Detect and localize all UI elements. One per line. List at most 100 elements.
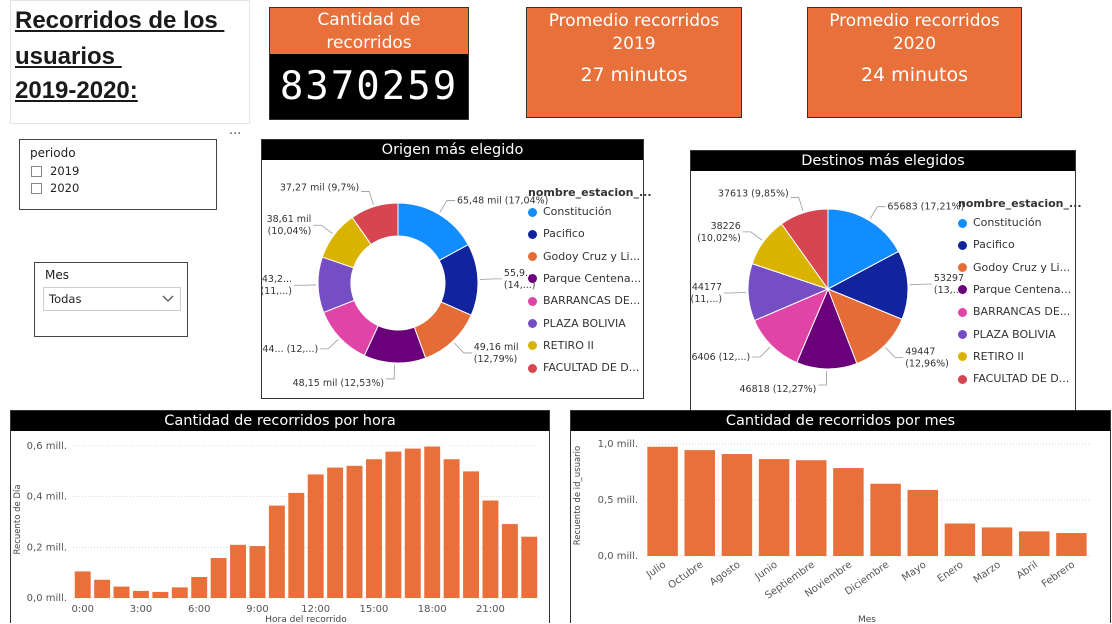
bar-hour-9[interactable] [249, 546, 265, 598]
bar-hour-1[interactable] [94, 580, 110, 598]
bar-hour-11[interactable] [288, 493, 304, 598]
periodo-option-2019[interactable]: 2019 [31, 164, 79, 178]
data-label: 49447 [905, 347, 935, 358]
bar-octubre[interactable] [685, 450, 715, 556]
chevron-down-icon[interactable] [162, 295, 174, 303]
bar-hour-21[interactable] [482, 501, 498, 598]
leader-line [752, 347, 770, 357]
legend-item-facultad-de-d[interactable]: FACULTAD DE D... [958, 372, 1069, 385]
legend-item-pacifico[interactable]: Pacifico [528, 227, 585, 240]
x-tick-label: 21:00 [476, 604, 505, 615]
leader-line [313, 225, 332, 233]
x-tick-label: 6:00 [188, 604, 210, 615]
bar-febrero[interactable] [1056, 533, 1086, 556]
checkbox-icon[interactable] [31, 183, 42, 194]
legend-item-plaza-bolivia[interactable]: PLAZA BOLIVIA [958, 328, 1056, 341]
bar-hour-16[interactable] [385, 452, 401, 598]
bar-julio[interactable] [647, 447, 677, 556]
legend-item-godoy-cruz-y-li[interactable]: Godoy Cruz y Li... [958, 261, 1070, 274]
hourly-chart-title: Cantidad de recorridos por hora [11, 411, 549, 431]
bar-hour-23[interactable] [521, 537, 537, 598]
bar-hour-10[interactable] [269, 506, 285, 598]
bar-hour-3[interactable] [133, 591, 149, 598]
data-label: 38226 [711, 221, 741, 232]
legend-item-pacifico[interactable]: Pacifico [958, 238, 1015, 251]
legend-item-facultad-de-d[interactable]: FACULTAD DE D... [528, 361, 639, 374]
x-tick-label: 0:00 [71, 604, 93, 615]
mes-dropdown[interactable]: Todas [43, 287, 181, 311]
bar-enero[interactable] [945, 524, 975, 556]
bar-hour-7[interactable] [211, 558, 227, 598]
bar-hour-19[interactable] [444, 459, 460, 598]
bar-junio[interactable] [759, 459, 789, 556]
bar-hour-14[interactable] [347, 466, 363, 598]
legend-item-barrancas-de[interactable]: BARRANCAS DE... [958, 305, 1070, 318]
data-label: 46818 (12,27%) [740, 384, 817, 395]
bar-diciembre[interactable] [870, 484, 900, 556]
more-options-icon[interactable]: ··· [229, 127, 241, 142]
leader-line [320, 339, 338, 349]
data-label: 46406 (12,...) [691, 352, 750, 363]
bar-hour-17[interactable] [405, 449, 421, 598]
monthly-chart-panel: Cantidad de recorridos por mes 0,0 mill.… [570, 410, 1111, 623]
legend-dot-icon [528, 274, 537, 283]
bar-hour-6[interactable] [191, 577, 207, 598]
bar-hour-5[interactable] [172, 587, 188, 598]
bar-marzo[interactable] [982, 527, 1012, 556]
bar-agosto[interactable] [722, 454, 752, 556]
bar-hour-12[interactable] [308, 474, 324, 598]
legend-label: FACULTAD DE D... [973, 372, 1069, 385]
x-tick-label: 3:00 [130, 604, 152, 615]
leader-line [885, 348, 903, 358]
bar-hour-13[interactable] [327, 468, 343, 598]
legend-item-retiro-ii[interactable]: RETIRO II [958, 350, 1024, 363]
bar-hour-15[interactable] [366, 459, 382, 598]
data-label: (11,...) [262, 286, 292, 297]
bar-noviembre[interactable] [833, 468, 863, 556]
bar-septiembre[interactable] [796, 460, 826, 556]
leader-line [454, 343, 472, 353]
bar-abril[interactable] [1019, 531, 1049, 556]
bar-hour-0[interactable] [75, 571, 91, 598]
legend-label: BARRANCAS DE... [543, 294, 640, 307]
leader-line [361, 191, 373, 204]
destinos-legend-title: nombre_estacion_... [958, 197, 1082, 210]
kpi-avg-2019-label: Promedio recorridos 2019 [527, 10, 741, 56]
leader-line [870, 207, 885, 219]
bar-hour-20[interactable] [463, 471, 479, 598]
legend-item-godoy-cruz-y-li[interactable]: Godoy Cruz y Li... [528, 250, 640, 263]
legend-dot-icon [958, 308, 967, 317]
y-tick-label: 0,4 mill. [27, 492, 67, 503]
checkbox-icon[interactable] [31, 166, 42, 177]
legend-label: RETIRO II [543, 339, 594, 352]
legend-label: Pacifico [543, 227, 585, 240]
x-tick-label: Octubre [666, 559, 705, 591]
bar-hour-18[interactable] [424, 447, 440, 598]
leader-line [818, 371, 826, 385]
kpi-avg-2020-label: Promedio recorridos 2020 [808, 10, 1021, 56]
legend-item-parque-centena[interactable]: Parque Centena... [958, 283, 1071, 296]
legend-item-plaza-bolivia[interactable]: PLAZA BOLIVIA [528, 317, 626, 330]
origen-chart-panel: Origen más elegido 65,48 mil (17,04%)55,… [261, 139, 644, 399]
bar-hour-22[interactable] [502, 524, 518, 598]
legend-item-parque-centena[interactable]: Parque Centena... [528, 272, 641, 285]
bar-hour-8[interactable] [230, 545, 246, 598]
legend-item-constitucion[interactable]: Constitución [958, 216, 1042, 229]
periodo-option-2020[interactable]: 2020 [31, 181, 79, 195]
kpi-avg-2020-value: 24 minutos [808, 64, 1021, 86]
kpi-count-value: 8370259 [270, 54, 468, 119]
leader-line [743, 232, 762, 240]
kpi-card-avg-2020: Promedio recorridos 2020 24 minutos [807, 7, 1022, 118]
y-tick-label: 0,6 mill. [27, 441, 67, 452]
legend-label: Godoy Cruz y Li... [543, 250, 640, 263]
data-label: 38,61 mil [267, 214, 312, 225]
bar-mayo[interactable] [908, 490, 938, 556]
report-title-line-1: Recorridos de los [15, 7, 224, 35]
bar-hour-4[interactable] [152, 592, 168, 598]
legend-item-barrancas-de[interactable]: BARRANCAS DE... [528, 294, 640, 307]
bar-hour-2[interactable] [114, 587, 130, 598]
legend-label: PLAZA BOLIVIA [543, 317, 626, 330]
report-title-box: Recorridos de los usuarios 2019-2020: [10, 0, 250, 124]
legend-item-retiro-ii[interactable]: RETIRO II [528, 339, 594, 352]
legend-item-constitucion[interactable]: Constitución [528, 205, 612, 218]
